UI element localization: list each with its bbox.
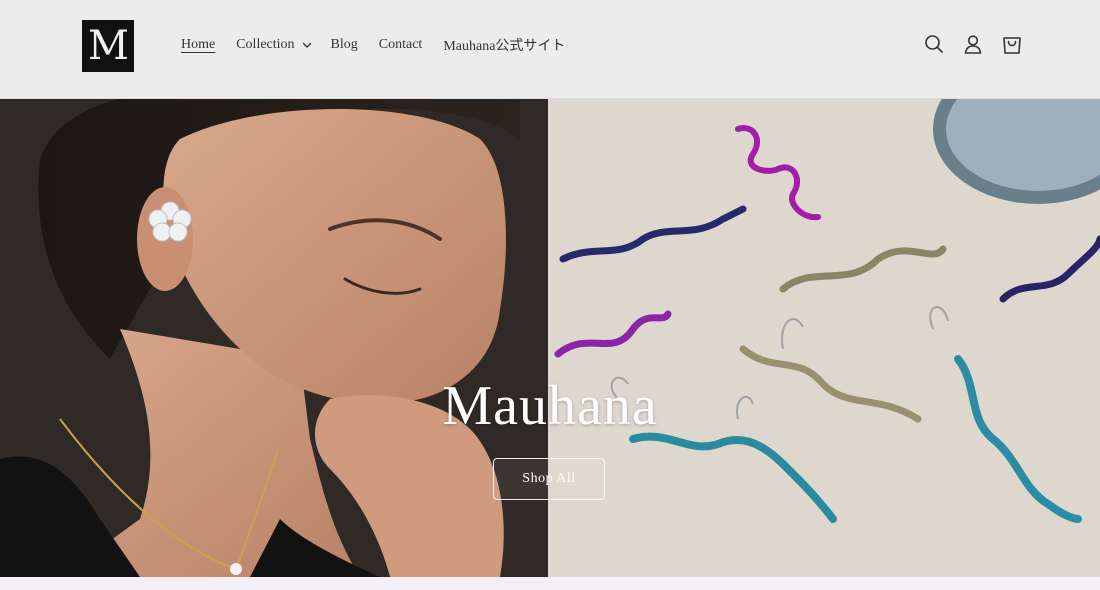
hero-banner: Mauhana Shop All — [0, 99, 1100, 577]
logo-letter: M — [88, 23, 129, 69]
search-icon[interactable] — [923, 33, 945, 55]
site-header: M Home Collection Blog Contact Mauhana公式… — [0, 0, 1100, 99]
earrings-illustration — [548, 99, 1100, 577]
site-logo[interactable]: M — [82, 20, 134, 72]
nav-home[interactable]: Home — [181, 37, 215, 53]
hero-image-model — [0, 99, 548, 577]
nav-collection[interactable]: Collection — [236, 37, 311, 53]
nav-blog[interactable]: Blog — [331, 37, 358, 53]
nav-contact[interactable]: Contact — [379, 37, 423, 53]
nav-collection-label: Collection — [236, 37, 295, 52]
chevron-down-icon — [302, 42, 311, 48]
account-icon[interactable] — [962, 33, 984, 55]
section-divider — [0, 577, 1100, 590]
main-nav: Home Collection Blog Contact Mauhana公式サイ… — [181, 34, 565, 56]
nav-official-site[interactable]: Mauhana公式サイト — [443, 35, 565, 55]
cart-icon[interactable] — [1001, 33, 1023, 55]
hero-title: Mauhana — [442, 375, 658, 437]
hero-image-earrings — [548, 99, 1100, 577]
header-icons — [923, 33, 1023, 55]
model-illustration — [0, 99, 548, 577]
shop-all-button[interactable]: Shop All — [493, 458, 605, 500]
